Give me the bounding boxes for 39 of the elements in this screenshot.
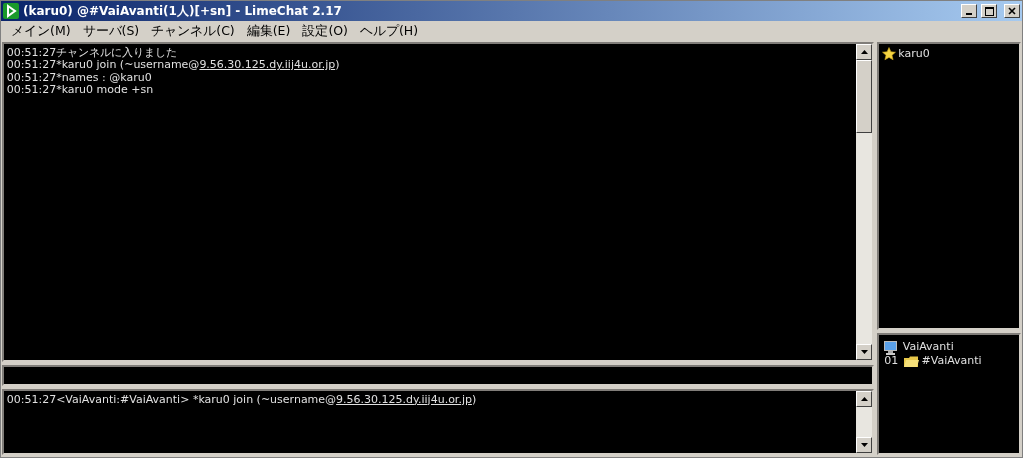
maximize-button[interactable] bbox=[981, 4, 998, 18]
down-arrow-icon bbox=[860, 443, 868, 447]
scrollbar[interactable] bbox=[856, 44, 872, 360]
maximize-icon bbox=[984, 6, 994, 16]
channel-number: 01 bbox=[884, 354, 899, 368]
log-line: 00:51:27チャンネルに入りました bbox=[6, 46, 179, 60]
log-line: 00:51:27*names : @karu0 bbox=[6, 71, 153, 85]
log-line: 00:51:27*karu0 mode +sn bbox=[6, 84, 155, 97]
scroll-down-button[interactable] bbox=[856, 437, 872, 453]
link[interactable]: 9.56.30.125.dy.iij4u.or.jp bbox=[336, 392, 472, 406]
down-arrow-icon bbox=[860, 350, 868, 354]
scroll-thumb[interactable] bbox=[856, 60, 872, 133]
member-name[interactable]: karu0 bbox=[898, 47, 930, 60]
close-icon bbox=[1008, 7, 1016, 15]
app-logo-icon bbox=[3, 3, 19, 19]
window-title: (karu0) @#VaiAvanti(1人)[+sn] - LimeChat 2.17 bbox=[23, 3, 343, 20]
menu-item[interactable]: ヘルプ(H) bbox=[354, 21, 425, 41]
menu-item[interactable]: 設定(O) bbox=[296, 21, 354, 41]
log-line: 00:51:27*karu0 join (~username@9.56.30.125.dy.iij4u.or.jp) bbox=[6, 59, 341, 72]
computer-icon bbox=[884, 340, 898, 355]
close-button[interactable] bbox=[1004, 4, 1020, 18]
menu-item[interactable]: チャンネル(C) bbox=[145, 21, 241, 41]
scroll-up-button[interactable] bbox=[856, 391, 872, 407]
link[interactable]: 9.56.30.125.dy.iij4u.or.jp bbox=[199, 58, 336, 72]
up-arrow-icon bbox=[860, 50, 868, 54]
server-name[interactable]: VaiAvanti bbox=[902, 341, 954, 354]
menu-item[interactable]: 編集(E) bbox=[240, 21, 297, 41]
up-arrow-icon bbox=[860, 397, 868, 401]
menu-item[interactable]: メイン(M) bbox=[5, 21, 77, 41]
menu-item[interactable]: サーバ(S) bbox=[76, 21, 146, 41]
log-line: 00:51:27<VaiAvanti:#VaiAvanti> *karu0 join (~username@9.56.30.125.dy.iij4u.or.jp) bbox=[6, 393, 478, 407]
star-icon bbox=[881, 46, 896, 61]
scroll-down-button[interactable] bbox=[856, 344, 872, 360]
folder-icon bbox=[903, 354, 919, 368]
channel-name[interactable]: #VaiAvanti bbox=[921, 354, 982, 368]
message-input-field[interactable] bbox=[2, 365, 874, 386]
scroll-up-button[interactable] bbox=[856, 44, 872, 60]
scrollbar[interactable] bbox=[856, 391, 872, 453]
minimize-button[interactable] bbox=[961, 4, 978, 18]
